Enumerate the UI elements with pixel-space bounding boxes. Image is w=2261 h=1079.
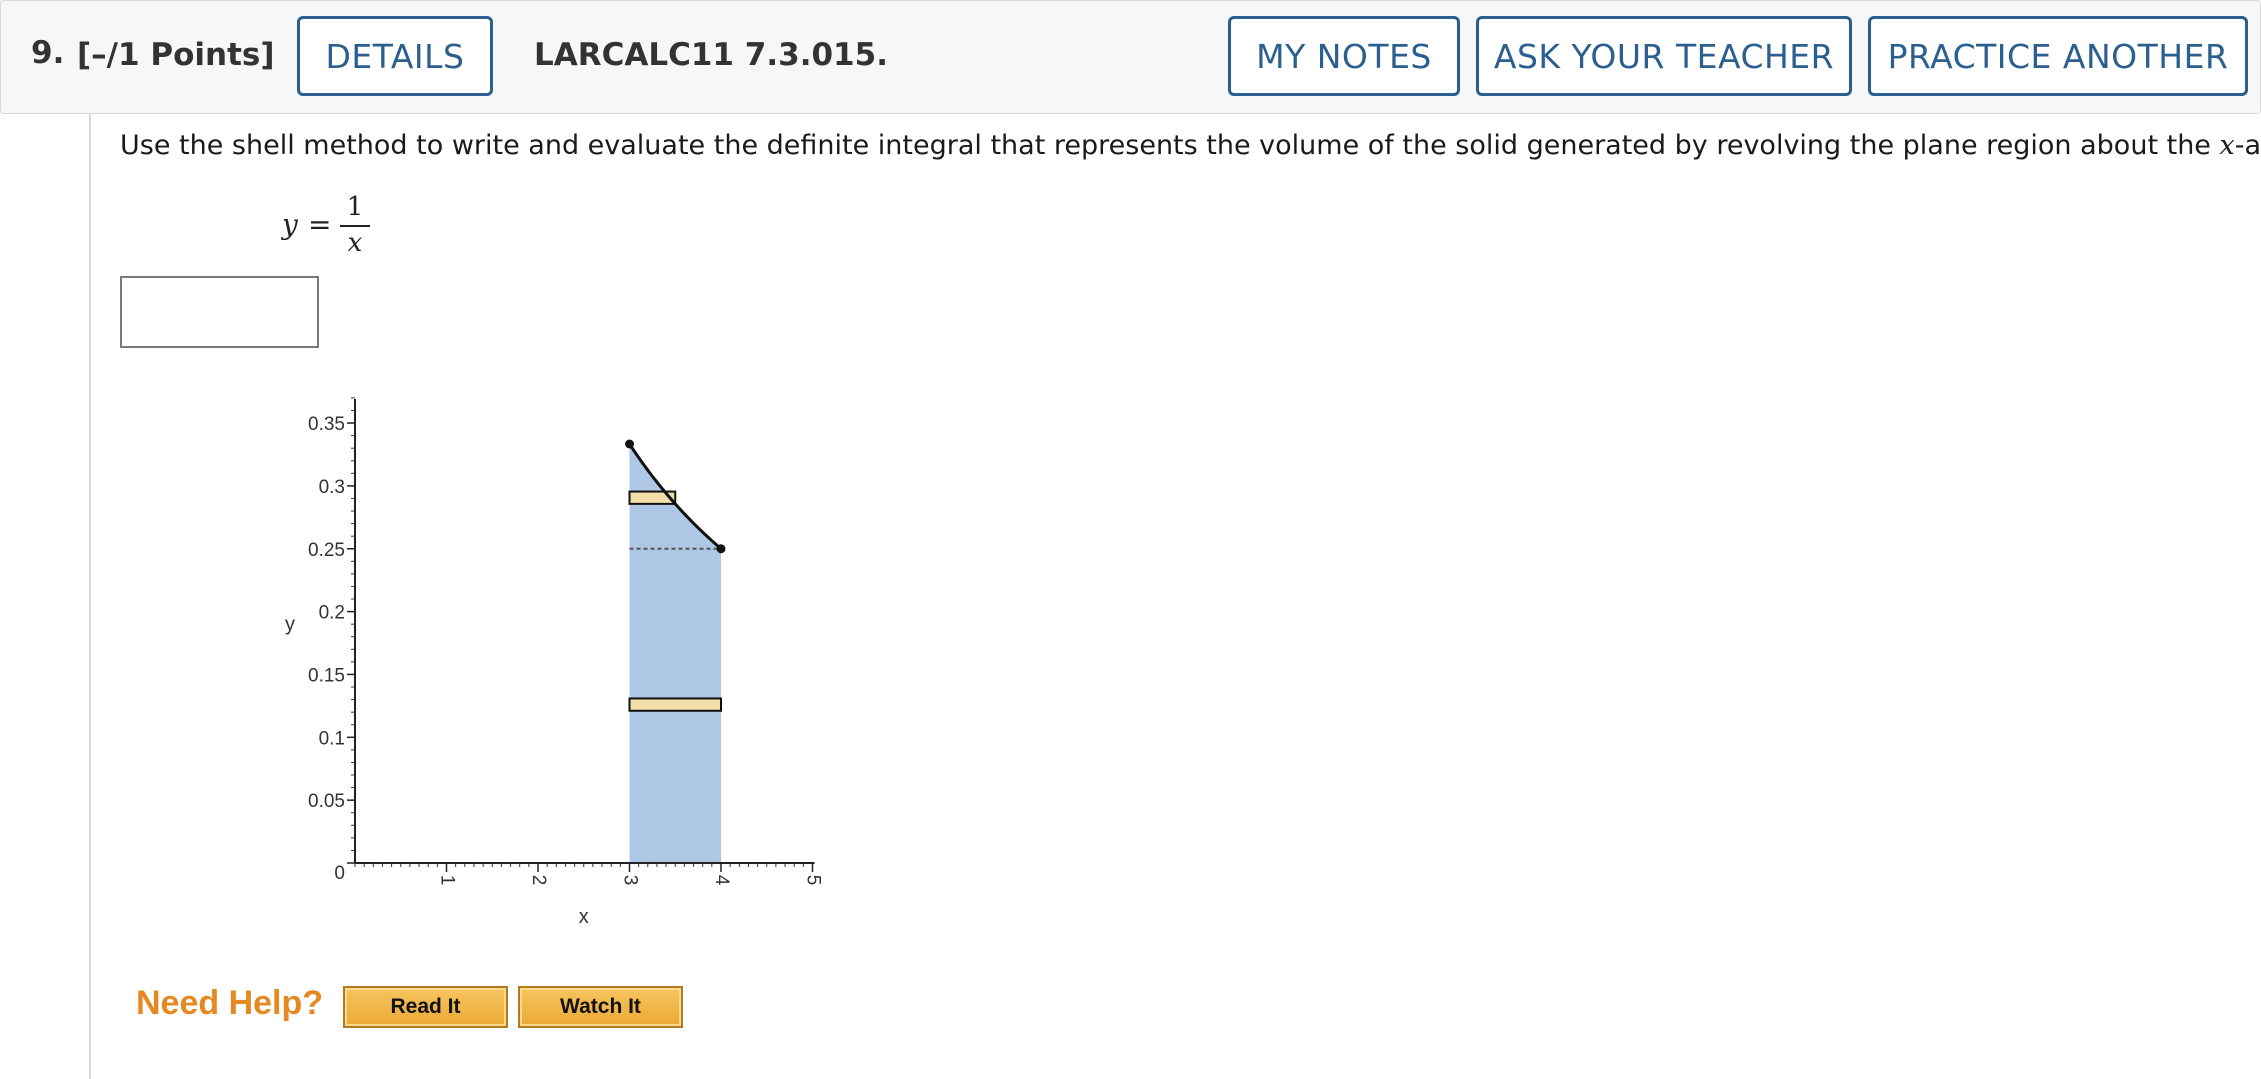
watch-it-button[interactable]: Watch It [518, 986, 683, 1028]
curve-endpoint [625, 439, 634, 449]
y-tick-label: 0.1 [319, 728, 345, 749]
curve-endpoint [716, 544, 726, 554]
x-tick-label: 3 [619, 875, 640, 886]
y-tick-label: 0.25 [308, 540, 345, 561]
equation-numerator: 1 [346, 192, 364, 222]
read-it-button[interactable]: Read It [343, 986, 508, 1028]
x-tick-label: 1 [436, 875, 457, 886]
x-tick-label: 4 [711, 875, 732, 886]
y-tick-label: 0 [334, 863, 345, 884]
ask-your-teacher-button[interactable]: ASK YOUR TEACHER [1476, 16, 1852, 96]
prompt-text: Use the shell method to write and evalua… [120, 130, 2220, 161]
y-tick-label: 0.05 [308, 791, 345, 812]
answer-input[interactable] [120, 276, 319, 348]
question-number: 9. [31, 35, 65, 71]
question-prompt: Use the shell method to write and evalua… [120, 130, 2261, 161]
region-graph: 0 0.05 0.1 0.15 0.2 0.25 0.3 0.35 1 2 3 4 5 x y [285, 397, 823, 928]
equation-equals: = [308, 208, 332, 241]
equation-denominator: x [347, 228, 363, 258]
need-help-label: Need Help? [136, 984, 324, 1022]
y-tick-label: 0.3 [319, 477, 345, 498]
y-tick-label: 0.2 [319, 603, 345, 624]
equation: y = 1 x [282, 192, 402, 262]
y-tick-label: 0.15 [308, 665, 345, 686]
question-points: [–/1 Points] [77, 37, 275, 73]
representative-shell [628, 697, 722, 712]
x-tick-label: 5 [802, 875, 823, 886]
y-axis-label: y [285, 613, 295, 635]
y-tick-label: 0.35 [308, 414, 345, 435]
shaded-region [629, 444, 721, 863]
fraction-bar [340, 225, 370, 227]
x-axis-label: x [579, 906, 589, 928]
prompt-variable: x [2219, 130, 2235, 161]
practice-another-button[interactable]: PRACTICE ANOTHER [1868, 16, 2248, 96]
details-button[interactable]: DETAILS [297, 16, 493, 96]
x-tick-label: 2 [528, 875, 549, 886]
prompt-suffix: -axis. [2234, 130, 2261, 161]
my-notes-button[interactable]: MY NOTES [1228, 16, 1460, 96]
question-header: 9. [–/1 Points] DETAILS LARCALC11 7.3.01… [0, 0, 2261, 114]
question-code: LARCALC11 7.3.015. [534, 37, 888, 73]
content-divider [89, 114, 91, 1079]
equation-lhs: y [282, 208, 298, 241]
